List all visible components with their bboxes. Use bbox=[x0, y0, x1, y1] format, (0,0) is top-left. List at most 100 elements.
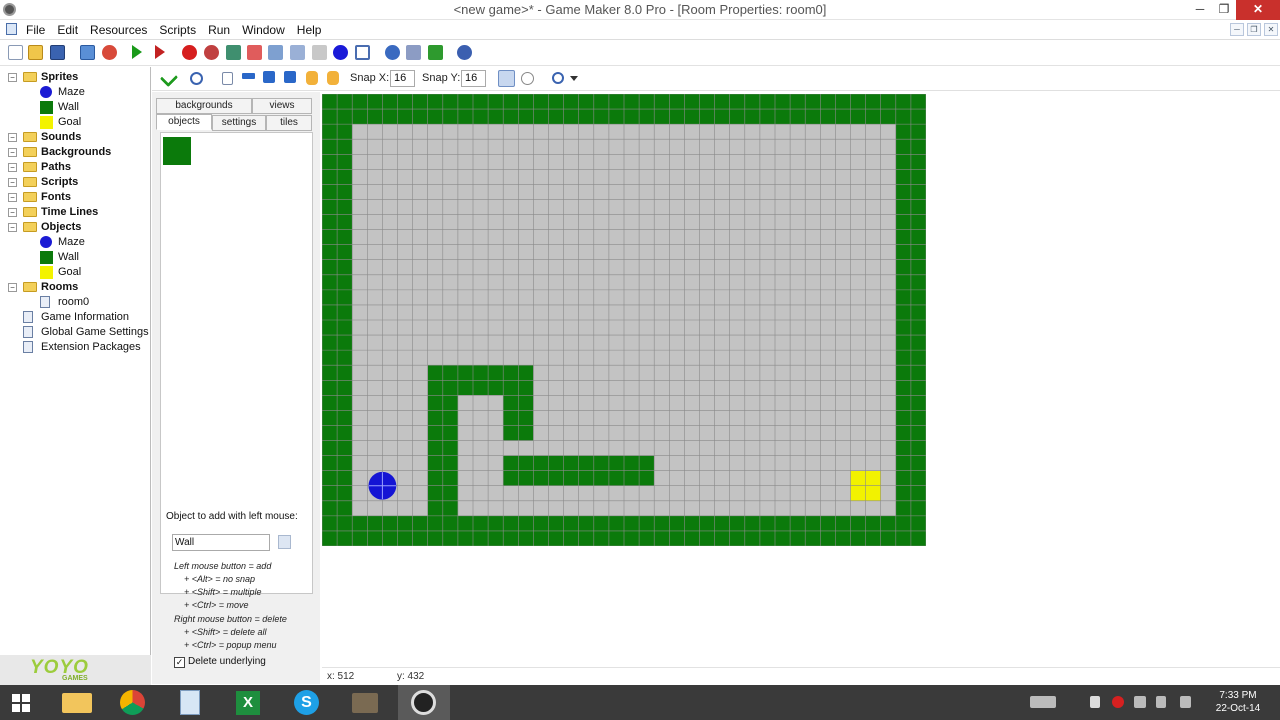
extension-packages-icon[interactable] bbox=[428, 45, 443, 60]
expand-toggle-icon[interactable]: − bbox=[8, 223, 17, 232]
tree-item-scripts[interactable]: − Scripts bbox=[0, 175, 150, 190]
expand-toggle-icon[interactable]: − bbox=[8, 148, 17, 157]
tree-item-rooms[interactable]: − Rooms bbox=[0, 280, 150, 295]
mdi-close-button[interactable]: ✕ bbox=[1264, 23, 1278, 36]
skype-task[interactable]: S bbox=[282, 685, 332, 720]
add-sprite-icon[interactable] bbox=[182, 45, 197, 60]
unlock-instances-icon[interactable] bbox=[327, 71, 339, 85]
tree-item-maze[interactable]: Maze bbox=[0, 235, 150, 250]
global-settings-icon[interactable] bbox=[406, 45, 421, 60]
add-room-icon[interactable] bbox=[355, 45, 370, 60]
tab-backgrounds[interactable]: backgrounds bbox=[156, 98, 252, 114]
new-game-icon[interactable] bbox=[8, 45, 23, 60]
tree-item-sprites[interactable]: − Sprites bbox=[0, 70, 150, 85]
tree-item-room0[interactable]: room0 bbox=[0, 295, 150, 310]
ok-check-icon[interactable] bbox=[159, 68, 179, 88]
add-font-icon[interactable] bbox=[290, 45, 305, 60]
expand-toggle-icon[interactable]: − bbox=[8, 178, 17, 187]
isometric-grid-icon[interactable] bbox=[521, 72, 534, 85]
expand-toggle-icon[interactable]: − bbox=[8, 193, 17, 202]
mdi-minimize-button[interactable]: ─ bbox=[1230, 23, 1244, 36]
add-script-icon[interactable] bbox=[268, 45, 283, 60]
keyboard-icon[interactable] bbox=[1030, 696, 1056, 708]
room-canvas[interactable] bbox=[322, 94, 926, 546]
object-menu-button[interactable] bbox=[278, 535, 291, 549]
add-sound-icon[interactable] bbox=[204, 45, 219, 60]
snap-y-input[interactable]: 16 bbox=[461, 70, 486, 87]
wall-object-thumbnail[interactable] bbox=[163, 137, 191, 165]
object-preview-area[interactable] bbox=[160, 132, 313, 594]
close-button[interactable]: ✕ bbox=[1236, 0, 1280, 20]
tree-item-global-game-settings[interactable]: Global Game Settings bbox=[0, 325, 150, 340]
tab-views[interactable]: views bbox=[252, 98, 312, 114]
system-clock[interactable]: 7:33 PM 22-Oct-14 bbox=[1208, 689, 1268, 715]
lock-instances-icon[interactable] bbox=[306, 71, 318, 85]
save-game-icon[interactable] bbox=[50, 45, 65, 60]
delete-underlying-checkbox[interactable]: ✓ bbox=[174, 657, 185, 668]
menu-run[interactable]: Run bbox=[208, 23, 230, 37]
tree-item-time-lines[interactable]: − Time Lines bbox=[0, 205, 150, 220]
tree-item-sounds[interactable]: − Sounds bbox=[0, 130, 150, 145]
object-selector-field[interactable]: Wall bbox=[172, 534, 270, 551]
expand-toggle-icon[interactable]: − bbox=[8, 133, 17, 142]
menu-help[interactable]: Help bbox=[297, 23, 322, 37]
toggle-grid-icon[interactable] bbox=[498, 70, 515, 87]
add-background-icon[interactable] bbox=[226, 45, 241, 60]
tree-item-maze[interactable]: Maze bbox=[0, 85, 150, 100]
excel-task[interactable]: X bbox=[224, 685, 274, 720]
sort-by-x-icon[interactable] bbox=[263, 71, 275, 83]
tree-item-game-information[interactable]: Game Information bbox=[0, 310, 150, 325]
tree-item-extension-packages[interactable]: Extension Packages bbox=[0, 340, 150, 355]
open-game-icon[interactable] bbox=[28, 45, 43, 60]
game-information-icon[interactable] bbox=[385, 45, 400, 60]
resource-tree[interactable]: − Sprites Maze Wall Goal − Sounds − Backgrounds −… bbox=[0, 67, 151, 655]
zoom-icon[interactable] bbox=[552, 72, 564, 84]
snap-x-input[interactable]: 16 bbox=[390, 70, 415, 87]
tree-item-fonts[interactable]: − Fonts bbox=[0, 190, 150, 205]
debug-game-icon[interactable] bbox=[155, 45, 165, 59]
menu-edit[interactable]: Edit bbox=[57, 23, 78, 37]
mdi-restore-button[interactable]: ❐ bbox=[1247, 23, 1261, 36]
expand-toggle-icon[interactable]: − bbox=[8, 283, 17, 292]
volume-icon[interactable] bbox=[1180, 696, 1191, 708]
add-path-icon[interactable] bbox=[247, 45, 262, 60]
action-center-flag-icon[interactable] bbox=[1090, 696, 1100, 708]
menu-scripts[interactable]: Scripts bbox=[159, 23, 196, 37]
chrome-task[interactable] bbox=[108, 685, 158, 720]
file-explorer-task[interactable] bbox=[52, 685, 102, 720]
publish-game-icon[interactable] bbox=[102, 45, 117, 60]
run-game-icon[interactable] bbox=[132, 45, 142, 59]
notepad-task[interactable] bbox=[166, 685, 216, 720]
tray-app-icon[interactable] bbox=[1112, 696, 1124, 708]
game-maker-task[interactable] bbox=[398, 685, 450, 720]
tree-item-wall[interactable]: Wall bbox=[0, 100, 150, 115]
expand-toggle-icon[interactable]: − bbox=[8, 73, 17, 82]
room-window-icon[interactable] bbox=[6, 23, 17, 35]
tree-item-paths[interactable]: − Paths bbox=[0, 160, 150, 175]
add-object-icon[interactable] bbox=[333, 45, 348, 60]
clear-room-icon[interactable] bbox=[222, 72, 233, 85]
undo-icon[interactable] bbox=[190, 72, 203, 85]
create-executable-icon[interactable] bbox=[80, 45, 95, 60]
maximize-button[interactable]: ❐ bbox=[1212, 0, 1236, 20]
tab-tiles[interactable]: tiles bbox=[266, 115, 312, 131]
tab-objects[interactable]: objects bbox=[156, 114, 212, 130]
menu-resources[interactable]: Resources bbox=[90, 23, 147, 37]
tree-item-goal[interactable]: Goal bbox=[0, 115, 150, 130]
tree-item-wall[interactable]: Wall bbox=[0, 250, 150, 265]
tab-settings[interactable]: settings bbox=[212, 115, 266, 131]
help-icon[interactable] bbox=[457, 45, 472, 60]
expand-toggle-icon[interactable]: − bbox=[8, 163, 17, 172]
menu-window[interactable]: Window bbox=[242, 23, 285, 37]
expand-toggle-icon[interactable]: − bbox=[8, 208, 17, 217]
add-time-line-icon[interactable] bbox=[312, 45, 327, 60]
sort-by-y-icon[interactable] bbox=[284, 71, 296, 83]
start-button[interactable] bbox=[0, 685, 46, 720]
zoom-dropdown-icon[interactable] bbox=[570, 76, 578, 81]
network-icon[interactable] bbox=[1156, 696, 1166, 708]
menu-file[interactable]: File bbox=[26, 23, 45, 37]
shift-instances-icon[interactable] bbox=[242, 73, 255, 79]
minimize-button[interactable]: ─ bbox=[1188, 0, 1212, 20]
tree-item-backgrounds[interactable]: − Backgrounds bbox=[0, 145, 150, 160]
tree-item-goal[interactable]: Goal bbox=[0, 265, 150, 280]
